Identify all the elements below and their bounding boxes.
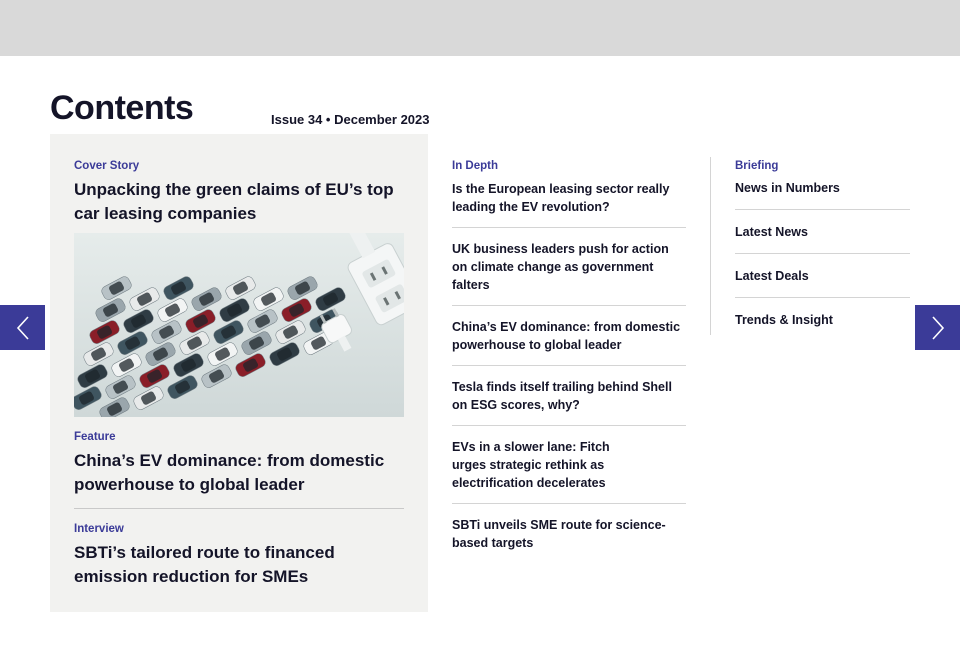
page-title: Contents (50, 89, 194, 127)
briefing-item-trends-insight[interactable]: Trends & Insight (735, 312, 910, 328)
interview-kicker[interactable]: Interview (74, 522, 124, 536)
next-button[interactable] (915, 305, 960, 350)
divider (452, 425, 686, 426)
column-divider (710, 157, 711, 335)
divider (74, 508, 404, 509)
cars-and-plug-image (74, 233, 404, 417)
in-depth-article[interactable]: EVs in a slower lane: Fitch urges strate… (452, 438, 612, 492)
in-depth-article[interactable]: China’s EV dominance: from domestic powe… (452, 318, 686, 354)
in-depth-article[interactable]: Is the European leasing sector really le… (452, 180, 686, 216)
in-depth-kicker[interactable]: In Depth (452, 159, 686, 173)
top-bar (0, 0, 960, 56)
previous-button[interactable] (0, 305, 45, 350)
divider (452, 227, 686, 228)
feature-title[interactable]: China’s EV dominance: from domestic powe… (74, 449, 404, 497)
divider (735, 297, 910, 298)
briefing-item-news-in-numbers[interactable]: News in Numbers (735, 180, 910, 196)
in-depth-article[interactable]: SBTi unveils SME route for science-based… (452, 516, 686, 552)
divider (735, 209, 910, 210)
divider (452, 365, 686, 366)
in-depth-section: In Depth Is the European leasing sector … (452, 159, 686, 552)
issue-label: Issue 34 • December 2023 (271, 112, 430, 127)
briefing-item-latest-news[interactable]: Latest News (735, 224, 910, 240)
interview-title[interactable]: SBTi’s tailored route to financed emissi… (74, 541, 404, 589)
briefing-section: Briefing News in Numbers Latest News Lat… (735, 159, 910, 328)
cover-story-kicker[interactable]: Cover Story (74, 159, 139, 173)
divider (452, 503, 686, 504)
in-depth-article[interactable]: UK business leaders push for action on c… (452, 240, 686, 294)
cover-image[interactable] (74, 233, 404, 417)
briefing-item-latest-deals[interactable]: Latest Deals (735, 268, 910, 284)
divider (452, 305, 686, 306)
feature-kicker[interactable]: Feature (74, 430, 116, 444)
chevron-right-icon (931, 315, 944, 340)
in-depth-article[interactable]: Tesla finds itself trailing behind Shell… (452, 378, 686, 414)
cover-story-title[interactable]: Unpacking the green claims of EU’s top c… (74, 178, 404, 226)
cover-panel: Cover Story Unpacking the green claims o… (50, 134, 428, 612)
divider (735, 253, 910, 254)
chevron-left-icon (16, 315, 29, 340)
briefing-kicker[interactable]: Briefing (735, 159, 910, 173)
